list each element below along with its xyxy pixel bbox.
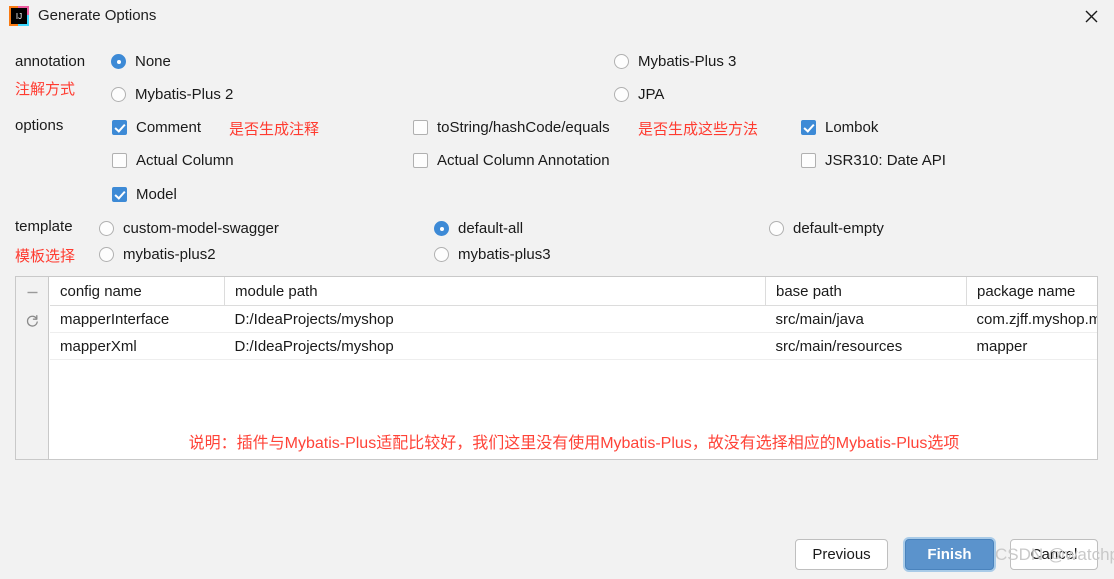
cancel-button[interactable]: Cancel [1010, 539, 1098, 570]
checkbox-indicator [112, 120, 127, 135]
column-header-base-path[interactable]: base path [765, 277, 967, 306]
radio-indicator [614, 87, 629, 102]
table-header-row: config name module path base path packag… [50, 277, 1097, 306]
radio-indicator [769, 221, 784, 236]
svg-text:IJ: IJ [16, 12, 22, 21]
checkbox-indicator [413, 120, 428, 135]
checkbox-comment[interactable]: Comment [112, 120, 201, 135]
cell-config-name[interactable]: mapperXml [50, 332, 225, 360]
radio-annotation-mybatis-plus-3[interactable]: Mybatis-Plus 3 [614, 54, 736, 69]
radio-template-mybatis-plus2[interactable]: mybatis-plus2 [99, 247, 216, 262]
checkbox-indicator [413, 153, 428, 168]
checkbox-label: Actual Column [136, 152, 234, 169]
table-row[interactable]: mapperXml D:/IdeaProjects/myshop src/mai… [50, 332, 1097, 360]
radio-label: mybatis-plus2 [123, 246, 216, 263]
cell-package-name[interactable]: com.zjff.myshop.mapp [966, 305, 1097, 333]
radio-template-custom-model-swagger[interactable]: custom-model-swagger [99, 221, 279, 236]
radio-indicator [99, 247, 114, 262]
cell-config-name[interactable]: mapperInterface [50, 305, 225, 333]
annotation-label-cn: 注解方式 [15, 81, 76, 98]
title-bar: IJ Generate Options [0, 0, 1114, 33]
comment-hint-cn: 是否生成注释 [229, 121, 320, 138]
radio-indicator [614, 54, 629, 69]
checkbox-indicator [112, 187, 127, 202]
config-table: config name module path base path packag… [50, 277, 1097, 360]
checkbox-label: toString/hashCode/equals [437, 119, 610, 136]
cell-base-path[interactable]: src/main/resources [765, 332, 967, 360]
checkbox-jsr310-date-api[interactable]: JSR310: Date API [801, 153, 946, 168]
cell-base-path[interactable]: src/main/java [765, 305, 967, 333]
checkbox-label: Comment [136, 119, 202, 136]
radio-annotation-mybatis-plus-2[interactable]: Mybatis-Plus 2 [111, 87, 233, 102]
annotation-label: annotation [15, 53, 86, 70]
checkbox-model[interactable]: Model [112, 187, 177, 202]
radio-indicator [99, 221, 114, 236]
radio-label: default-empty [793, 220, 884, 237]
checkbox-actual-column[interactable]: Actual Column [112, 153, 234, 168]
config-grid[interactable]: config name module path base path packag… [50, 277, 1097, 459]
cell-module-path[interactable]: D:/IdeaProjects/myshop [224, 305, 766, 333]
checkbox-lombok[interactable]: Lombok [801, 120, 878, 135]
intellij-idea-icon: IJ [9, 6, 29, 26]
radio-label: default-all [458, 220, 524, 237]
checkbox-indicator [801, 120, 816, 135]
template-label: template [15, 218, 73, 235]
radio-annotation-none[interactable]: None [111, 54, 171, 69]
window-title: Generate Options [38, 7, 157, 24]
cell-package-name[interactable]: mapper [966, 332, 1097, 360]
checkbox-indicator [112, 153, 127, 168]
refresh-icon[interactable] [16, 307, 49, 335]
minus-icon[interactable] [16, 278, 49, 306]
radio-label: None [135, 53, 171, 70]
radio-indicator [111, 87, 126, 102]
radio-label: Mybatis-Plus 2 [135, 86, 234, 103]
config-table-panel: config name module path base path packag… [15, 276, 1098, 460]
radio-label: custom-model-swagger [123, 220, 279, 237]
checkbox-indicator [801, 153, 816, 168]
radio-label: Mybatis-Plus 3 [638, 53, 737, 70]
cell-module-path[interactable]: D:/IdeaProjects/myshop [224, 332, 766, 360]
table-row[interactable]: mapperInterface D:/IdeaProjects/myshop s… [50, 305, 1097, 333]
checkbox-label: Lombok [825, 119, 879, 136]
radio-label: JPA [638, 86, 665, 103]
checkbox-label: Model [136, 186, 177, 203]
template-label-cn: 模板选择 [15, 248, 76, 265]
dialog-body: annotation 注解方式 None Mybatis-Plus 2 Myba… [0, 32, 1114, 579]
column-header-module-path[interactable]: module path [224, 277, 766, 306]
radio-indicator [111, 54, 126, 69]
tostring-hint-cn: 是否生成这些方法 [638, 121, 759, 138]
radio-indicator [434, 247, 449, 262]
radio-annotation-jpa[interactable]: JPA [614, 87, 664, 102]
checkbox-label: Actual Column Annotation [437, 152, 610, 169]
table-note-cn: 说明：插件与Mybatis-Plus适配比较好，我们这里没有使用Mybatis-… [188, 435, 960, 452]
radio-indicator [434, 221, 449, 236]
column-header-package-name[interactable]: package name [966, 277, 1097, 306]
radio-label: mybatis-plus3 [458, 246, 551, 263]
radio-template-mybatis-plus3[interactable]: mybatis-plus3 [434, 247, 551, 262]
finish-button[interactable]: Finish [905, 539, 994, 570]
close-icon[interactable] [1068, 0, 1114, 32]
previous-button[interactable]: Previous [795, 539, 888, 570]
column-header-config-name[interactable]: config name [50, 277, 225, 306]
radio-template-default-empty[interactable]: default-empty [769, 221, 884, 236]
checkbox-label: JSR310: Date API [825, 152, 946, 169]
radio-template-default-all[interactable]: default-all [434, 221, 523, 236]
checkbox-tostring-hashcode-equals[interactable]: toString/hashCode/equals [413, 120, 610, 135]
checkbox-actual-column-annotation[interactable]: Actual Column Annotation [413, 153, 610, 168]
table-gutter [16, 277, 49, 459]
options-label: options [15, 117, 64, 134]
